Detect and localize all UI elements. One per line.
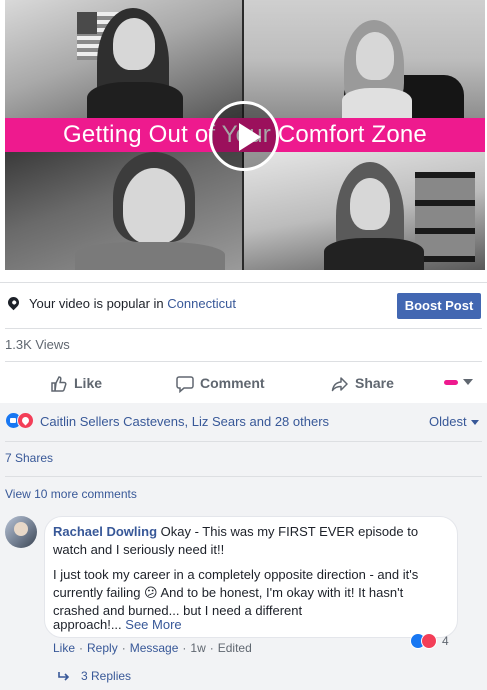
popular-text: Your video is popular in <box>29 296 168 311</box>
comment-icon <box>176 376 194 394</box>
comment-like-link[interactable]: Like <box>53 641 75 655</box>
audience-selector[interactable] <box>444 376 476 388</box>
sort-label: Oldest <box>429 414 467 429</box>
confused-emoji: 😕 <box>144 585 158 600</box>
view-more-comments-link[interactable]: View 10 more comments <box>5 487 137 501</box>
comment-time[interactable]: 1w <box>190 641 205 655</box>
page-avatar-icon <box>444 380 458 385</box>
like-button[interactable]: Like <box>50 370 102 396</box>
comment-text: watch and I seriously need it!! <box>53 542 225 557</box>
caret-down-icon <box>463 379 473 385</box>
caret-down-icon <box>470 420 479 426</box>
boost-post-button[interactable]: Boost Post <box>397 293 481 319</box>
reaction-count: 4 <box>442 634 449 648</box>
comment-edited[interactable]: Edited <box>218 641 252 655</box>
divider <box>5 441 482 442</box>
comment-text: currently failing <box>53 585 145 600</box>
see-more-link[interactable]: See More <box>122 617 181 632</box>
video-panel-top-right <box>244 0 485 118</box>
video-player[interactable]: Getting Out of Your Comfort Zone <box>5 0 485 270</box>
comment-actions: Like · Reply · Message · 1w · Edited <box>53 641 252 655</box>
share-icon <box>331 377 348 392</box>
comment-text: Okay - This was my FIRST EVER episode to <box>157 524 419 539</box>
sort-dropdown[interactable]: Oldest <box>429 414 479 429</box>
comment-bubble: Rachael Dowling Okay - This was my FIRST… <box>44 516 458 638</box>
comment-text: approach!... <box>53 617 122 632</box>
comment-reply-link[interactable]: Reply <box>87 641 118 655</box>
shares-link[interactable]: 7 Shares <box>5 451 53 465</box>
share-label: Share <box>355 375 394 391</box>
play-icon[interactable] <box>209 101 279 171</box>
divider <box>5 361 482 362</box>
love-reaction-icon <box>17 412 34 429</box>
views-count[interactable]: 1.3K Views <box>5 337 70 352</box>
reply-arrow-icon <box>58 672 70 681</box>
comment-button[interactable]: Comment <box>176 370 265 396</box>
comment-author[interactable]: Rachael Dowling <box>53 524 157 539</box>
comment-message-link[interactable]: Message <box>130 641 179 655</box>
comment-label: Comment <box>200 375 265 391</box>
like-label: Like <box>74 375 103 391</box>
divider <box>5 476 482 477</box>
avatar[interactable] <box>5 516 37 548</box>
video-panel-top-left <box>5 0 242 118</box>
reaction-names[interactable]: Caitlin Sellers Castevens, Liz Sears and… <box>40 414 329 429</box>
share-button[interactable]: Share <box>331 370 394 396</box>
comment-text: And to be honest, I'm okay with it! It h… <box>157 585 404 600</box>
view-replies-link[interactable]: 3 Replies <box>81 669 131 683</box>
divider <box>5 328 482 329</box>
video-panel-bottom-right <box>244 152 485 270</box>
location-pin-icon <box>5 294 22 311</box>
comment-text: I just took my career in a completely op… <box>53 567 419 582</box>
popular-location-link[interactable]: Connecticut <box>167 296 236 311</box>
thumbs-up-icon <box>51 376 67 393</box>
video-panel-bottom-left <box>5 152 242 270</box>
love-reaction-icon <box>421 633 437 649</box>
